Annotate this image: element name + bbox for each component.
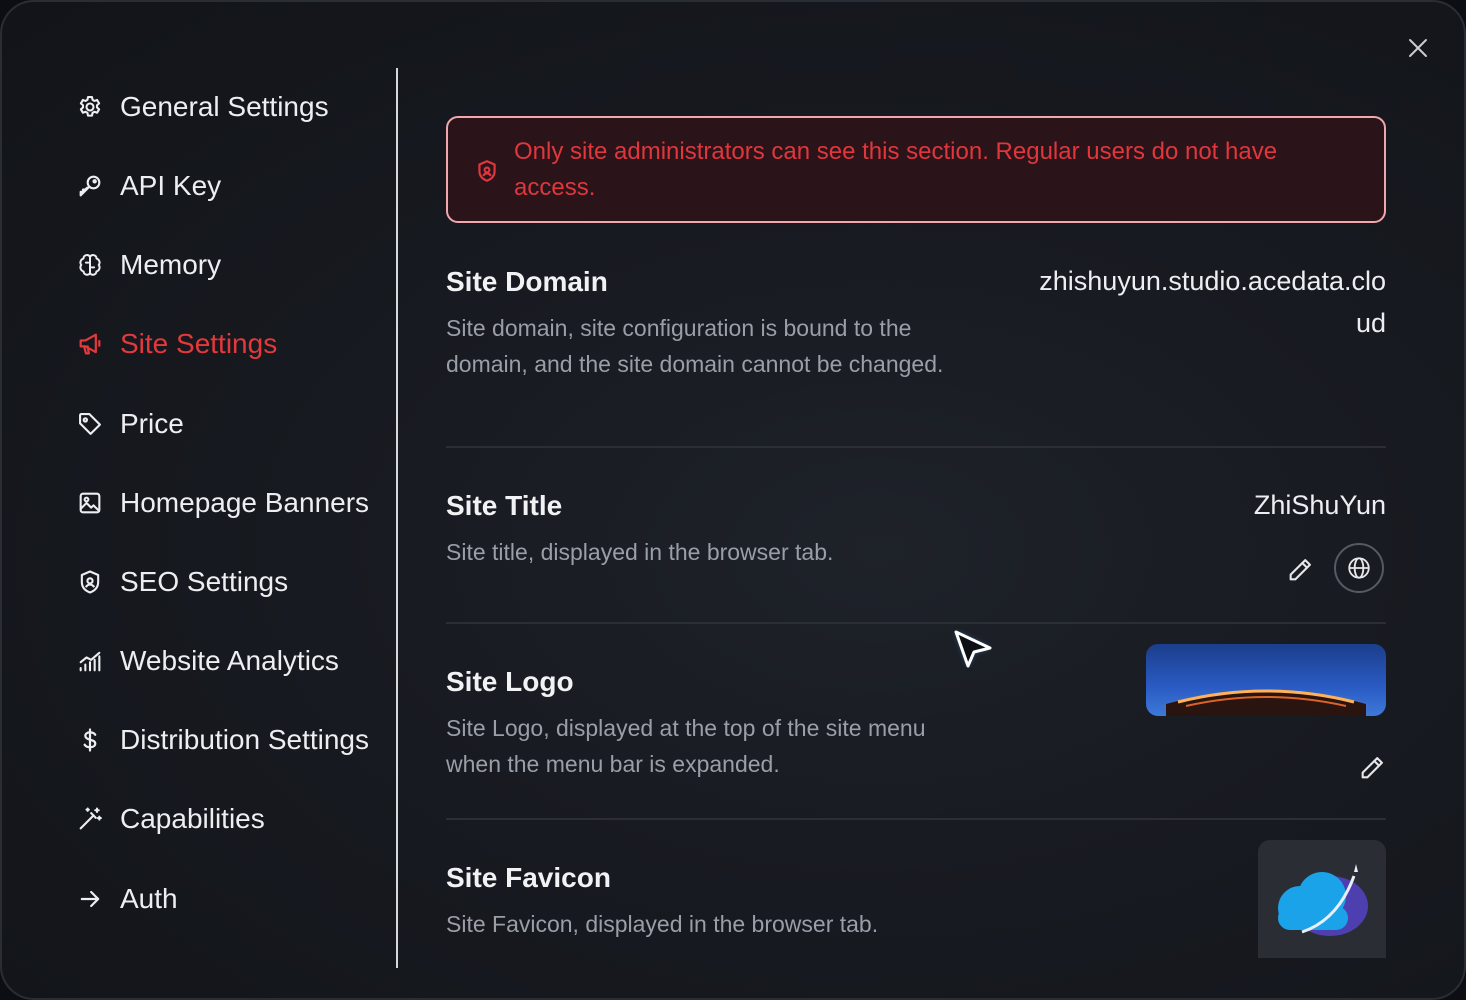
site-domain-title: Site Domain xyxy=(446,266,608,297)
sidebar-item-label: Website Analytics xyxy=(120,645,339,676)
section-divider xyxy=(446,622,1386,624)
pencil-icon xyxy=(1361,757,1383,779)
sidebar-item-label: Memory xyxy=(120,249,222,280)
alert-message: Only site administrators can see this se… xyxy=(514,138,1278,201)
gear-icon xyxy=(74,91,106,123)
sidebar-item-auth[interactable]: Auth xyxy=(74,877,178,921)
site-logo-description: Site Logo, displayed at the top of the s… xyxy=(446,715,926,777)
site-favicon-image xyxy=(1258,840,1386,958)
pencil-icon xyxy=(1289,559,1311,581)
site-title-translate-button[interactable] xyxy=(1334,543,1384,593)
sidebar-item-label: Homepage Banners xyxy=(120,487,370,518)
sidebar-item-label: Capabilities xyxy=(120,803,265,834)
sidebar-item-general-settings[interactable]: General Settings xyxy=(74,85,329,129)
shield-icon xyxy=(74,566,106,598)
sidebar-item-price[interactable]: Price xyxy=(74,402,184,446)
sidebar-item-api-key[interactable]: API Key xyxy=(74,164,221,208)
site-domain-value-line: zhishuyun.studio.acedata.clo xyxy=(1039,266,1386,296)
site-title-title: Site Title xyxy=(446,490,563,521)
sidebar-item-website-analytics[interactable]: Website Analytics xyxy=(74,639,339,683)
sidebar-item-label: Price xyxy=(120,408,184,439)
settings-sidebar: General Settings API Key Memory Site Set… xyxy=(2,68,396,968)
globe-icon xyxy=(1348,557,1370,579)
mouse-cursor-icon xyxy=(950,626,996,672)
close-button[interactable] xyxy=(1402,32,1434,64)
arrow-right-icon xyxy=(74,883,106,915)
sidebar-item-distribution-settings[interactable]: Distribution Settings xyxy=(74,718,369,762)
shield-user-icon xyxy=(478,160,496,182)
sidebar-divider xyxy=(396,68,398,968)
sidebar-item-label: API Key xyxy=(120,170,222,201)
edit-site-title-button[interactable] xyxy=(1280,550,1320,590)
megaphone-icon xyxy=(74,328,106,360)
sidebar-item-label: Site Settings xyxy=(120,328,278,359)
site-favicon-description: Site Favicon, displayed in the browser t… xyxy=(446,911,879,937)
sidebar-item-site-settings[interactable]: Site Settings xyxy=(74,322,277,366)
settings-modal: General Settings API Key Memory Site Set… xyxy=(0,0,1466,1000)
site-domain-description: Site domain, site configuration is bound… xyxy=(446,315,944,377)
sidebar-item-homepage-banners[interactable]: Homepage Banners xyxy=(74,481,369,525)
site-settings-panel: Only site administrators can see this se… xyxy=(446,68,1386,968)
key-icon xyxy=(74,170,106,202)
sidebar-item-label: Distribution Settings xyxy=(120,724,370,755)
site-logo-image xyxy=(1146,644,1386,716)
dollar-icon xyxy=(74,724,106,756)
sidebar-item-label: Auth xyxy=(120,883,178,914)
site-title-value: ZhiShuYun xyxy=(1253,490,1386,520)
close-icon xyxy=(1409,39,1427,57)
chart-icon xyxy=(74,645,106,677)
site-logo-title: Site Logo xyxy=(446,666,574,697)
image-icon xyxy=(74,487,106,519)
section-divider xyxy=(446,818,1386,820)
site-title-description: Site title, displayed in the browser tab… xyxy=(446,539,834,565)
tag-icon xyxy=(74,408,106,440)
magic-wand-icon xyxy=(74,803,106,835)
sidebar-item-label: General Settings xyxy=(120,91,329,122)
edit-site-logo-button[interactable] xyxy=(1352,748,1386,788)
sidebar-item-capabilities[interactable]: Capabilities xyxy=(74,797,265,841)
sidebar-item-memory[interactable]: Memory xyxy=(74,243,221,287)
section-divider xyxy=(446,446,1386,448)
site-domain-value-line: ud xyxy=(1355,308,1386,338)
brain-icon xyxy=(74,249,106,281)
site-domain-value: zhishuyun.studio.acedata.clo ud xyxy=(1039,260,1386,344)
sidebar-item-seo-settings[interactable]: SEO Settings xyxy=(74,560,288,604)
admin-only-alert: Only site administrators can see this se… xyxy=(446,116,1386,223)
site-favicon-title: Site Favicon xyxy=(446,862,611,893)
sidebar-item-label: SEO Settings xyxy=(120,566,289,597)
